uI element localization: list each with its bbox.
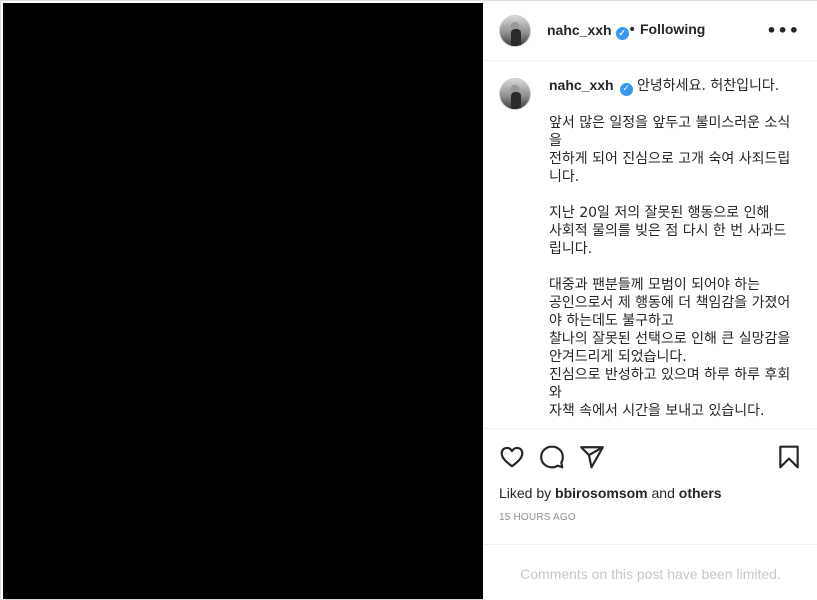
post-timestamp[interactable]: 15 HOURS AGO — [499, 512, 576, 523]
liked-by: Liked by bbirosomsom and others — [499, 485, 722, 501]
caption: nahc_xxh ✓ 안녕하세요. 허찬입니다. 앞서 많은 일정을 앞두고 불미… — [549, 76, 799, 420]
action-bar — [483, 430, 817, 486]
liked-prefix: Liked by — [499, 485, 556, 501]
liked-conjunction: and — [647, 485, 679, 501]
header-username[interactable]: nahc_xxh ✓ — [547, 22, 629, 40]
separator-dot: • — [628, 22, 637, 38]
share-icon[interactable] — [579, 444, 605, 470]
comments-limited-notice: Comments on this post have been limited. — [483, 544, 817, 600]
post-side-panel: nahc_xxh ✓ • Following ••• nahc_xxh ✓ 안녕하세… — [483, 1, 817, 600]
caption-avatar[interactable] — [499, 78, 531, 110]
caption-text: 안녕하세요. 허찬입니다. 앞서 많은 일정을 앞두고 불미스러운 소식을 전하… — [549, 78, 791, 419]
header-username-text[interactable]: nahc_xxh — [547, 22, 612, 38]
heart-icon[interactable] — [499, 444, 525, 470]
liked-user-link[interactable]: bbirosomsom — [555, 485, 648, 501]
post-media[interactable] — [3, 3, 483, 599]
following-button[interactable]: Following — [640, 21, 705, 37]
avatar[interactable] — [499, 15, 531, 47]
post-dialog: nahc_xxh ✓ • Following ••• nahc_xxh ✓ 안녕하세… — [0, 0, 817, 600]
liked-others-link[interactable]: others — [679, 485, 722, 501]
more-options-icon[interactable]: ••• — [766, 21, 800, 40]
verified-badge-icon: ✓ — [615, 27, 629, 40]
bookmark-icon[interactable] — [776, 444, 802, 470]
caption-username[interactable]: nahc_xxh — [549, 77, 614, 93]
verified-badge-icon: ✓ — [619, 83, 633, 96]
comment-icon[interactable] — [539, 444, 565, 470]
post-header: nahc_xxh ✓ • Following ••• — [483, 1, 817, 61]
caption-area[interactable]: nahc_xxh ✓ 안녕하세요. 허찬입니다. 앞서 많은 일정을 앞두고 불미… — [483, 62, 817, 429]
